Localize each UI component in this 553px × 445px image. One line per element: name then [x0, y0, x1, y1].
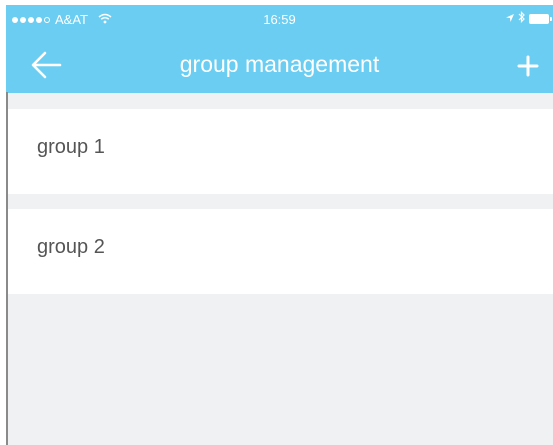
group-name: group 1 [37, 136, 105, 158]
page-title: group management [179, 51, 380, 77]
battery-icon [529, 13, 552, 24]
location-icon [505, 11, 515, 26]
plus-icon [517, 55, 539, 77]
group-list-item[interactable]: group 1 [6, 109, 553, 194]
status-right [505, 11, 552, 26]
status-time: 16:59 [263, 12, 296, 27]
divider [6, 92, 8, 445]
nav-bar: group management [6, 36, 553, 93]
app-screen: A&AT 16:59 group management group 1 grou… [6, 5, 553, 445]
add-group-button[interactable] [513, 48, 543, 82]
status-bar: A&AT 16:59 [6, 5, 553, 36]
group-list: group 1 group 2 [6, 109, 553, 294]
bluetooth-icon [518, 11, 526, 26]
group-name: group 2 [37, 236, 105, 258]
group-list-item[interactable]: group 2 [6, 209, 553, 294]
